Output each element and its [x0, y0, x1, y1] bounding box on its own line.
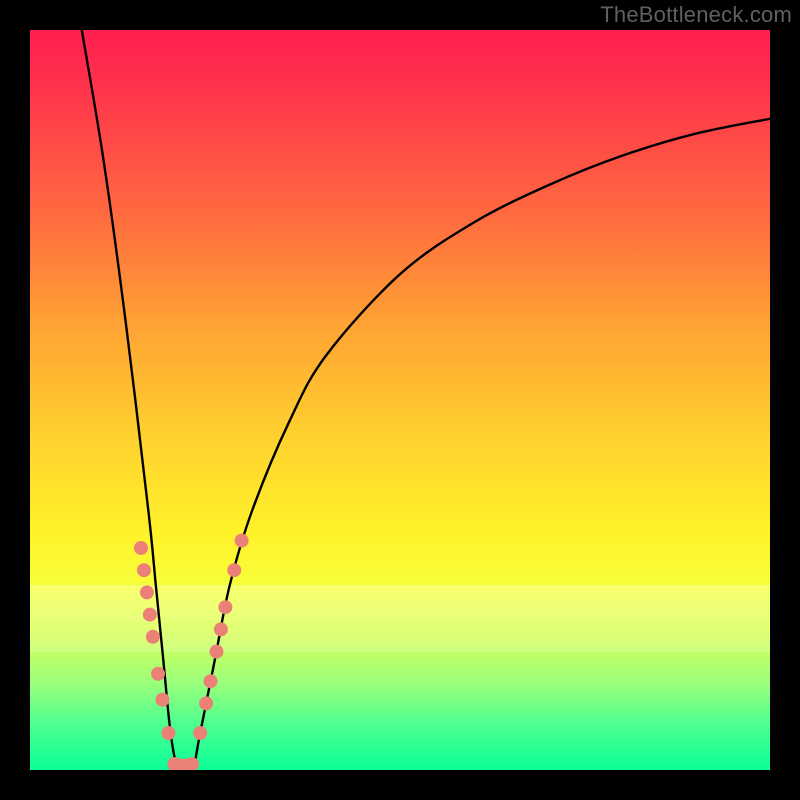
- right-branch-dots-dot: [214, 622, 228, 636]
- right-branch-dots-dot: [218, 600, 232, 614]
- left-branch-dots-dot: [140, 585, 154, 599]
- bottleneck-curve: [82, 30, 770, 770]
- right-branch-dots-dot: [235, 534, 249, 548]
- left-branch-dots-dot: [151, 667, 165, 681]
- chart-frame: TheBottleneck.com: [0, 0, 800, 800]
- markers-layer: [134, 534, 249, 770]
- left-branch-dots-dot: [161, 726, 175, 740]
- left-branch-dots-dot: [134, 541, 148, 555]
- left-branch-dots-dot: [146, 630, 160, 644]
- plot-area: [30, 30, 770, 770]
- watermark-text: TheBottleneck.com: [600, 2, 792, 28]
- left-branch-dots-dot: [155, 693, 169, 707]
- left-branch-dots-dot: [143, 608, 157, 622]
- right-branch-dots-dot: [227, 563, 241, 577]
- right-branch-dots-dot: [204, 674, 218, 688]
- right-branch-dots-dot: [193, 726, 207, 740]
- left-branch-dots-dot: [137, 563, 151, 577]
- right-branch-dots-dot: [199, 696, 213, 710]
- chart-svg: [30, 30, 770, 770]
- right-branch-dots-dot: [209, 645, 223, 659]
- curve-layer: [82, 30, 770, 770]
